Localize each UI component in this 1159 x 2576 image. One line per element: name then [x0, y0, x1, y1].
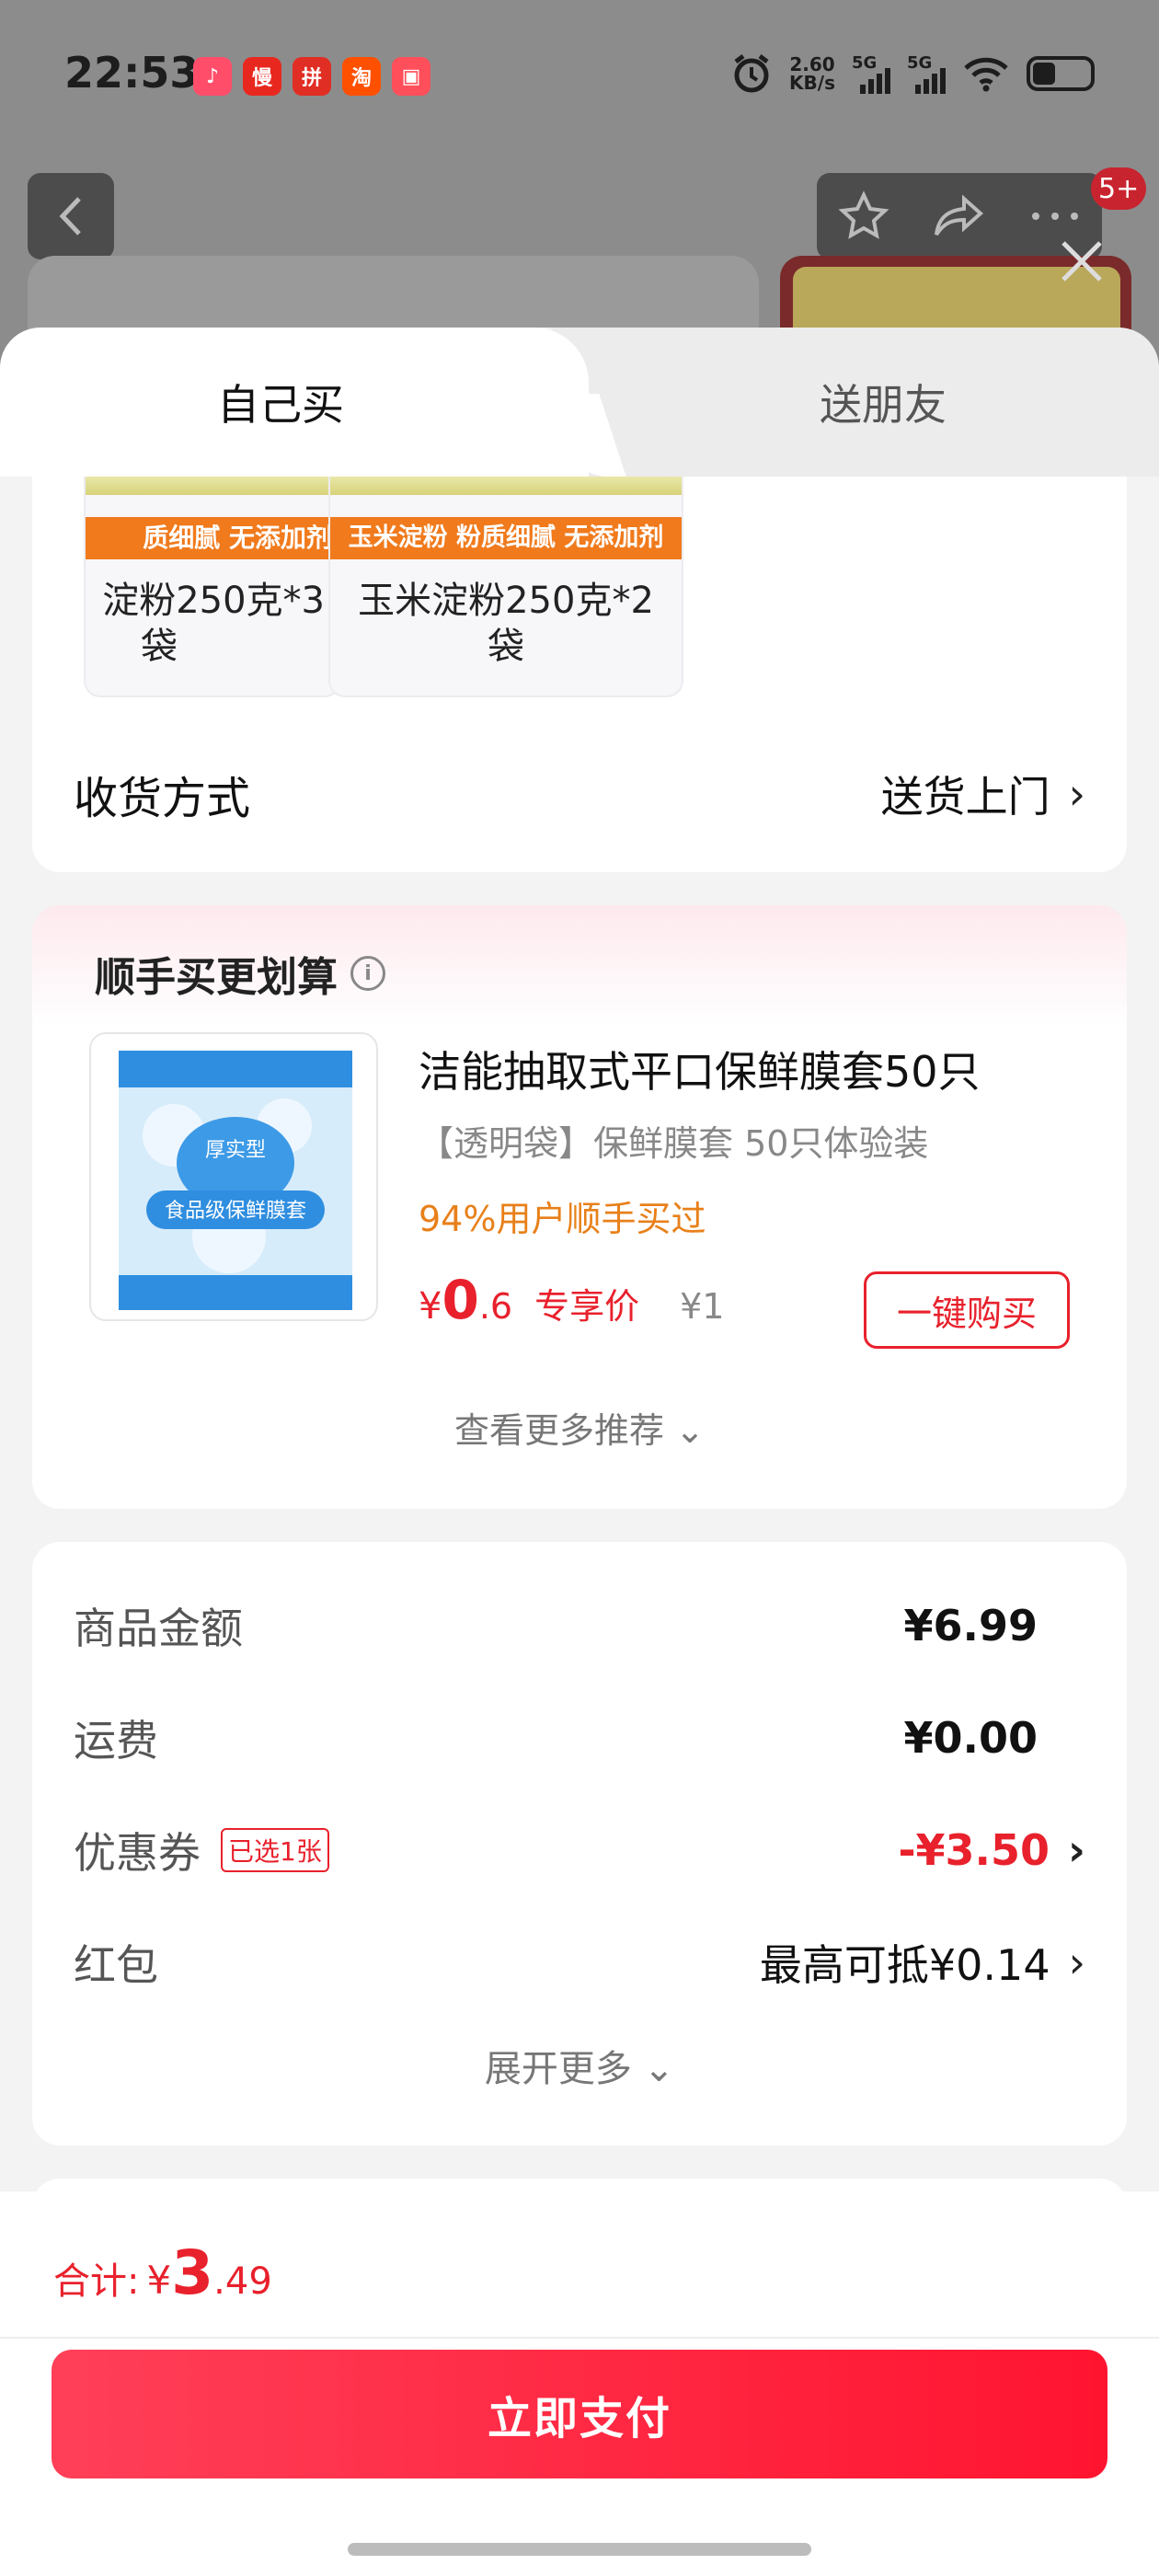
delivery-method-value: 送货上门	[880, 772, 1050, 822]
recommendation-title-text: 顺手买更划算	[95, 954, 338, 1001]
network-speed-value: 2.60	[789, 53, 835, 75]
signal-bars-icon	[915, 68, 946, 94]
expand-more[interactable]: 展开更多 ⌄	[32, 2039, 1127, 2092]
status-bar: 22:53 ♪ 慢拼淘 ▣ 2.60 KB/s 5G 5G	[0, 0, 1159, 147]
checkout-footer: 合计: ¥ 3 .49 立即支付	[0, 2191, 1159, 2576]
purchase-tabs: 送朋友 自己买	[0, 328, 1159, 477]
network-speed: 2.60 KB/s	[789, 55, 835, 92]
price-symbol: ¥	[419, 1285, 442, 1328]
recommended-product-name[interactable]: 洁能抽取式平口保鲜膜套50只	[419, 1039, 981, 1099]
price-summary-card: 商品金额 ¥6.99 运费 ¥0.00 优惠券 已选1张 -¥3.50 › 红包…	[32, 1542, 1127, 2145]
price-integer: 0	[442, 1269, 479, 1331]
goods-amount-value: ¥6.99	[903, 1601, 1038, 1650]
chevron-left-icon	[59, 197, 81, 236]
pay-now-button[interactable]: 立即支付	[52, 2350, 1107, 2478]
total-label: 合计:	[53, 2260, 140, 2303]
recommendation-title: 顺手买更划算 i	[95, 944, 385, 1003]
price-decimal: .6	[478, 1286, 513, 1327]
message-badge: 5+	[1091, 167, 1147, 210]
manmanbuy-app-icon: 慢	[243, 57, 281, 96]
variant-banner: 玉米淀粉 粉质细腻 无添加剂	[330, 517, 682, 559]
chevron-right-icon: ›	[1068, 1825, 1085, 1875]
status-time: 22:53	[64, 48, 200, 98]
one-click-buy-button[interactable]: 一键购买	[864, 1271, 1070, 1349]
share-icon[interactable]	[933, 193, 986, 239]
tab-gift-friend[interactable]: 送朋友	[552, 328, 1159, 477]
coupon-row[interactable]: 优惠券 已选1张 -¥3.50 ›	[74, 1818, 1085, 1882]
total-integer: 3	[171, 2237, 214, 2308]
chevron-down-icon: ⌄	[643, 2048, 675, 2090]
chevron-right-icon: ›	[1068, 769, 1085, 819]
signal-2: 5G	[907, 53, 946, 94]
chevron-down-icon: ⌄	[675, 1410, 705, 1451]
battery-icon	[1027, 56, 1095, 91]
delivery-method-label: 收货方式	[74, 773, 251, 824]
home-indicator[interactable]	[348, 2543, 811, 2556]
coupon-value: -¥3.50	[898, 1825, 1050, 1875]
chevron-right-icon: ›	[1068, 1938, 1085, 1987]
variant-name-line1: 淀粉250克*3	[102, 580, 325, 622]
product-image-text: 食品级保鲜膜套	[165, 1200, 306, 1223]
variant-name-line2: 袋	[141, 626, 178, 668]
variant-name-line1: 玉米淀粉250克*2	[358, 580, 654, 622]
tab-buy-self[interactable]: 自己买	[0, 328, 589, 477]
pinduoduo-app-icon: 拼	[293, 57, 331, 96]
red-packet-value: 最高可抵¥0.14	[759, 1940, 1050, 1990]
recommended-product-spec: 【透明袋】保鲜膜套 50只体验装	[419, 1123, 929, 1164]
coupon-selected-badge: 已选1张	[221, 1828, 329, 1872]
alarm-icon	[734, 54, 769, 93]
recommended-product-popularity: 94%用户顺手买过	[419, 1199, 706, 1239]
red-packet-row[interactable]: 红包 最高可抵¥0.14 ›	[74, 1930, 1085, 1995]
delivery-method-row[interactable]: 收货方式 送货上门 ›	[74, 757, 1085, 831]
variant-name-line2: 袋	[488, 626, 524, 668]
shipping-fee-row: 运费 ¥0.00	[74, 1706, 1085, 1770]
coupon-label: 优惠券	[74, 1828, 201, 1878]
product-options-card: 质细腻 无添加剂 淀粉250克*3 袋 玉米淀粉 粉质细腻 无添加剂 玉米淀粉2…	[32, 477, 1127, 872]
variant-package-strip	[86, 477, 339, 495]
back-button[interactable]	[28, 173, 114, 259]
variant-option-2-bags[interactable]: 玉米淀粉 粉质细腻 无添加剂 玉米淀粉250克*2 袋	[328, 477, 683, 697]
close-icon[interactable]	[1058, 237, 1106, 285]
variant-banner: 质细腻 无添加剂	[86, 517, 339, 559]
info-icon[interactable]: i	[350, 956, 385, 991]
star-icon[interactable]	[838, 190, 889, 242]
total-decimal: .49	[213, 2260, 272, 2303]
expand-more-label: 展开更多	[484, 2048, 632, 2090]
red-packet-label: 红包	[74, 1940, 158, 1990]
view-more-recommendations[interactable]: 查看更多推荐 ⌄	[32, 1402, 1127, 1453]
network-speed-unit: KB/s	[789, 72, 835, 94]
variant-package-strip	[330, 477, 682, 495]
exclusive-price-tag: 专享价	[534, 1286, 640, 1327]
view-more-label: 查看更多推荐	[454, 1410, 665, 1451]
wrap-bag-image-icon: 厚实型 食品级保鲜膜套	[119, 1051, 352, 1310]
wifi-icon	[964, 57, 1008, 92]
original-price: ¥1	[680, 1286, 725, 1327]
shipping-fee-label: 运费	[74, 1716, 158, 1765]
variant-option-3-bags[interactable]: 质细腻 无添加剂 淀粉250克*3 袋	[84, 477, 341, 697]
shipping-fee-value: ¥0.00	[903, 1713, 1038, 1763]
more-icon[interactable]	[1029, 210, 1081, 223]
taobao-app-icon: 淘	[342, 57, 381, 96]
recommended-product-image[interactable]: 厚实型 食品级保鲜膜套	[89, 1032, 378, 1321]
order-total: 合计: ¥ 3 .49	[53, 2237, 272, 2308]
goods-amount-row: 商品金额 ¥6.99	[74, 1593, 1085, 1658]
add-on-recommendation-card: 顺手买更划算 i 厚实型 食品级保鲜膜套 洁能抽取式平口保鲜膜套50只 【透明袋…	[32, 905, 1127, 1509]
signal-bars-icon	[860, 68, 890, 94]
divider	[0, 2337, 1159, 2339]
goods-amount-label: 商品金额	[74, 1604, 243, 1653]
total-symbol: ¥	[146, 2258, 172, 2303]
signal-1: 5G	[852, 53, 890, 94]
storage-app-icon: ▣	[392, 57, 430, 96]
douyin-app-icon: ♪	[193, 57, 232, 96]
recommended-product-price: ¥ 0 .6 专享价 ¥1	[419, 1269, 724, 1331]
product-brand-text: 厚实型	[205, 1139, 266, 1162]
